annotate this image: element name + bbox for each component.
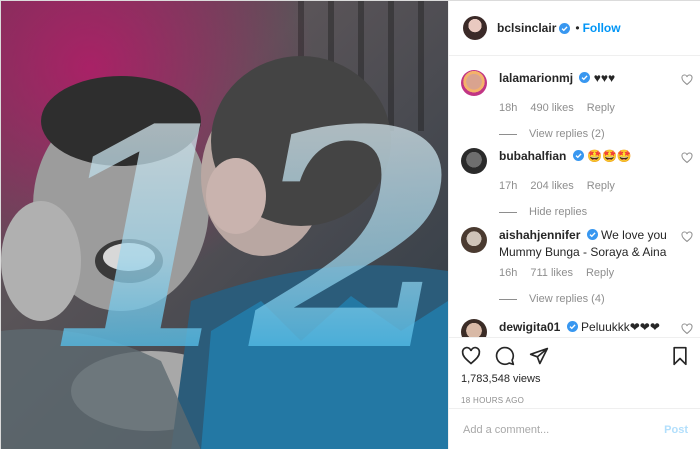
- comment-likes[interactable]: 490 likes: [530, 102, 573, 114]
- add-comment-bar: Post: [449, 408, 700, 449]
- author-avatar[interactable]: [463, 16, 487, 40]
- bookmark-icon[interactable]: [670, 346, 690, 366]
- post-actions: 1,783,548 views 18 HOURS AGO Post: [449, 337, 700, 449]
- follow-button[interactable]: Follow: [583, 21, 621, 35]
- commenter-username[interactable]: dewigita01: [499, 320, 560, 334]
- commenter-username[interactable]: bubahalfian: [499, 149, 566, 163]
- post-timestamp[interactable]: 18 HOURS AGO: [461, 396, 524, 405]
- comment-body: dewigita01 Peluukkk❤❤❤: [499, 319, 669, 337]
- instagram-post: 12 bclsinclair • Follow lalamarionmj ♥♥♥…: [0, 0, 700, 449]
- reply-button[interactable]: Reply: [587, 180, 615, 192]
- overlay-number: 12: [41, 64, 448, 417]
- comment-likes[interactable]: 204 likes: [530, 180, 573, 192]
- commenter-username[interactable]: lalamarionmj: [499, 71, 573, 85]
- hide-replies-toggle[interactable]: Hide replies: [499, 206, 697, 218]
- commenter-avatar[interactable]: [461, 319, 487, 337]
- view-count[interactable]: 1,783,548 views: [461, 373, 541, 385]
- verified-badge-icon: [572, 150, 584, 161]
- view-replies-toggle[interactable]: View replies (4): [499, 293, 697, 305]
- comment-meta: 17h 204 likes Reply: [499, 180, 697, 192]
- comment-text: ♥♥♥: [593, 71, 616, 85]
- view-replies-label: View replies (4): [529, 293, 605, 305]
- heart-icon[interactable]: [681, 231, 693, 243]
- comment-item: lalamarionmj ♥♥♥ 18h 490 likes Reply Vie…: [461, 70, 697, 140]
- heart-icon[interactable]: [681, 323, 693, 335]
- comment-icon[interactable]: [495, 346, 515, 366]
- reply-button[interactable]: Reply: [586, 267, 614, 279]
- replies-line: [499, 211, 517, 213]
- view-replies-toggle[interactable]: View replies (2): [499, 128, 697, 140]
- replies-line: [499, 298, 517, 300]
- comment-body: lalamarionmj ♥♥♥: [499, 70, 669, 96]
- comment-likes[interactable]: 711 likes: [530, 267, 573, 279]
- comment-age: 16h: [499, 267, 518, 279]
- replies-line: [499, 133, 517, 135]
- comment-item: aishahjennifer We love you Mummy Bunga -…: [461, 227, 697, 305]
- comment-text: Peluukkk❤❤❤: [581, 320, 660, 334]
- verified-badge-icon: [566, 321, 578, 332]
- comment-meta: 18h 490 likes Reply: [499, 102, 697, 114]
- heart-icon[interactable]: [681, 74, 693, 86]
- comments-list[interactable]: lalamarionmj ♥♥♥ 18h 490 likes Reply Vie…: [449, 57, 700, 337]
- comment-text: 🤩🤩🤩: [587, 149, 632, 163]
- verified-badge-icon: [586, 229, 598, 240]
- comment-item: dewigita01 Peluukkk❤❤❤: [461, 319, 697, 337]
- post-image[interactable]: 12: [1, 1, 448, 449]
- heart-icon[interactable]: [681, 152, 693, 164]
- comment-body: bubahalfian 🤩🤩🤩: [499, 148, 669, 174]
- view-replies-label: View replies (2): [529, 128, 605, 140]
- action-icons: [461, 346, 549, 366]
- reply-button[interactable]: Reply: [587, 102, 615, 114]
- commenter-avatar[interactable]: [461, 70, 487, 96]
- commenter-avatar[interactable]: [461, 227, 487, 253]
- post-photo: 12: [1, 1, 448, 449]
- share-icon[interactable]: [529, 346, 549, 366]
- view-replies-label: Hide replies: [529, 206, 588, 218]
- verified-badge-icon: [579, 72, 591, 83]
- comment-input[interactable]: [463, 423, 665, 436]
- post-side-panel: bclsinclair • Follow lalamarionmj ♥♥♥ 18…: [448, 1, 700, 449]
- author-username[interactable]: bclsinclair: [497, 21, 556, 35]
- comment-age: 18h: [499, 102, 518, 114]
- separator-dot: •: [575, 21, 580, 35]
- comment-meta: 16h 711 likes Reply: [499, 267, 697, 279]
- comment-age: 17h: [499, 180, 518, 192]
- verified-badge-icon: [559, 22, 571, 34]
- comment-item: bubahalfian 🤩🤩🤩 17h 204 likes Reply Hide…: [461, 148, 697, 218]
- post-comment-button[interactable]: Post: [664, 424, 688, 436]
- comment-body: aishahjennifer We love you Mummy Bunga -…: [499, 227, 669, 261]
- commenter-username[interactable]: aishahjennifer: [499, 228, 580, 242]
- commenter-avatar[interactable]: [461, 148, 487, 174]
- heart-icon[interactable]: [461, 346, 481, 366]
- post-header: bclsinclair • Follow: [449, 1, 700, 56]
